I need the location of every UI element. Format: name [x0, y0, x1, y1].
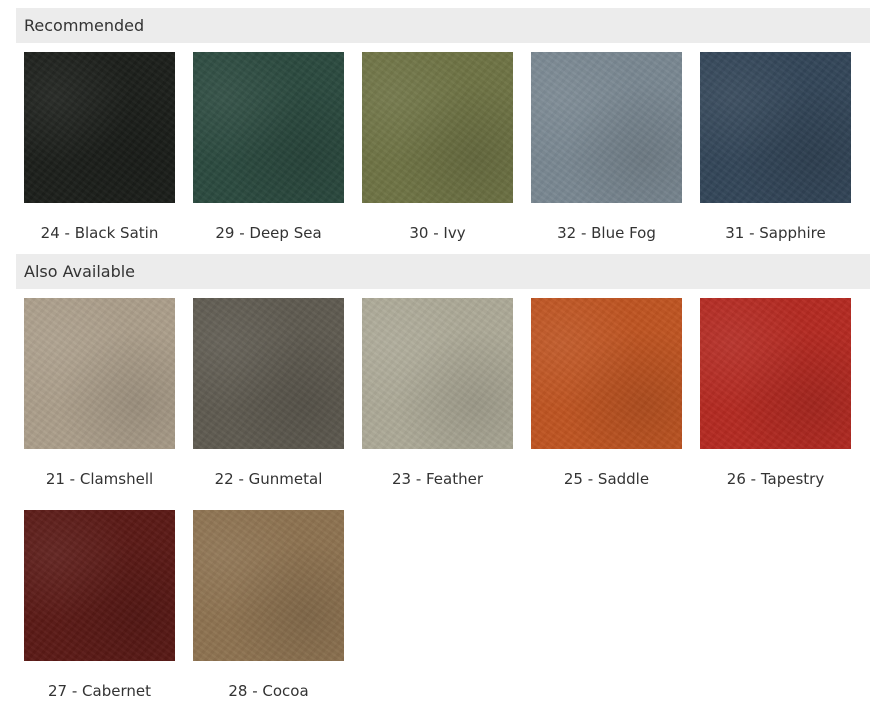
- swatch-label: 21 - Clamshell: [45, 470, 154, 488]
- swatch-tapestry[interactable]: [700, 298, 851, 449]
- swatch-label: 25 - Saddle: [563, 470, 650, 488]
- swatch-label: 28 - Cocoa: [228, 682, 309, 700]
- swatch-label: 31 - Sapphire: [725, 224, 826, 242]
- swatch-label: 32 - Blue Fog: [557, 224, 656, 242]
- swatch-label: 24 - Black Satin: [40, 224, 159, 242]
- section-header-also-available: Also Available: [16, 254, 870, 289]
- swatch-label: 22 - Gunmetal: [214, 470, 323, 488]
- swatch-label: 30 - Ivy: [409, 224, 466, 242]
- swatch-deep-sea[interactable]: [193, 52, 344, 203]
- swatch-black-satin[interactable]: [24, 52, 175, 203]
- swatch-gunmetal[interactable]: [193, 298, 344, 449]
- swatch-blue-fog[interactable]: [531, 52, 682, 203]
- swatch-label: 26 - Tapestry: [726, 470, 825, 488]
- swatch-feather[interactable]: [362, 298, 513, 449]
- swatch-label: 27 - Cabernet: [48, 682, 151, 700]
- swatch-cabernet[interactable]: [24, 510, 175, 661]
- swatch-clamshell[interactable]: [24, 298, 175, 449]
- swatch-sapphire[interactable]: [700, 52, 851, 203]
- swatch-ivy[interactable]: [362, 52, 513, 203]
- section-header-recommended: Recommended: [16, 8, 870, 43]
- swatch-label: 29 - Deep Sea: [215, 224, 322, 242]
- swatch-cocoa[interactable]: [193, 510, 344, 661]
- swatch-saddle[interactable]: [531, 298, 682, 449]
- swatch-label: 23 - Feather: [391, 470, 484, 488]
